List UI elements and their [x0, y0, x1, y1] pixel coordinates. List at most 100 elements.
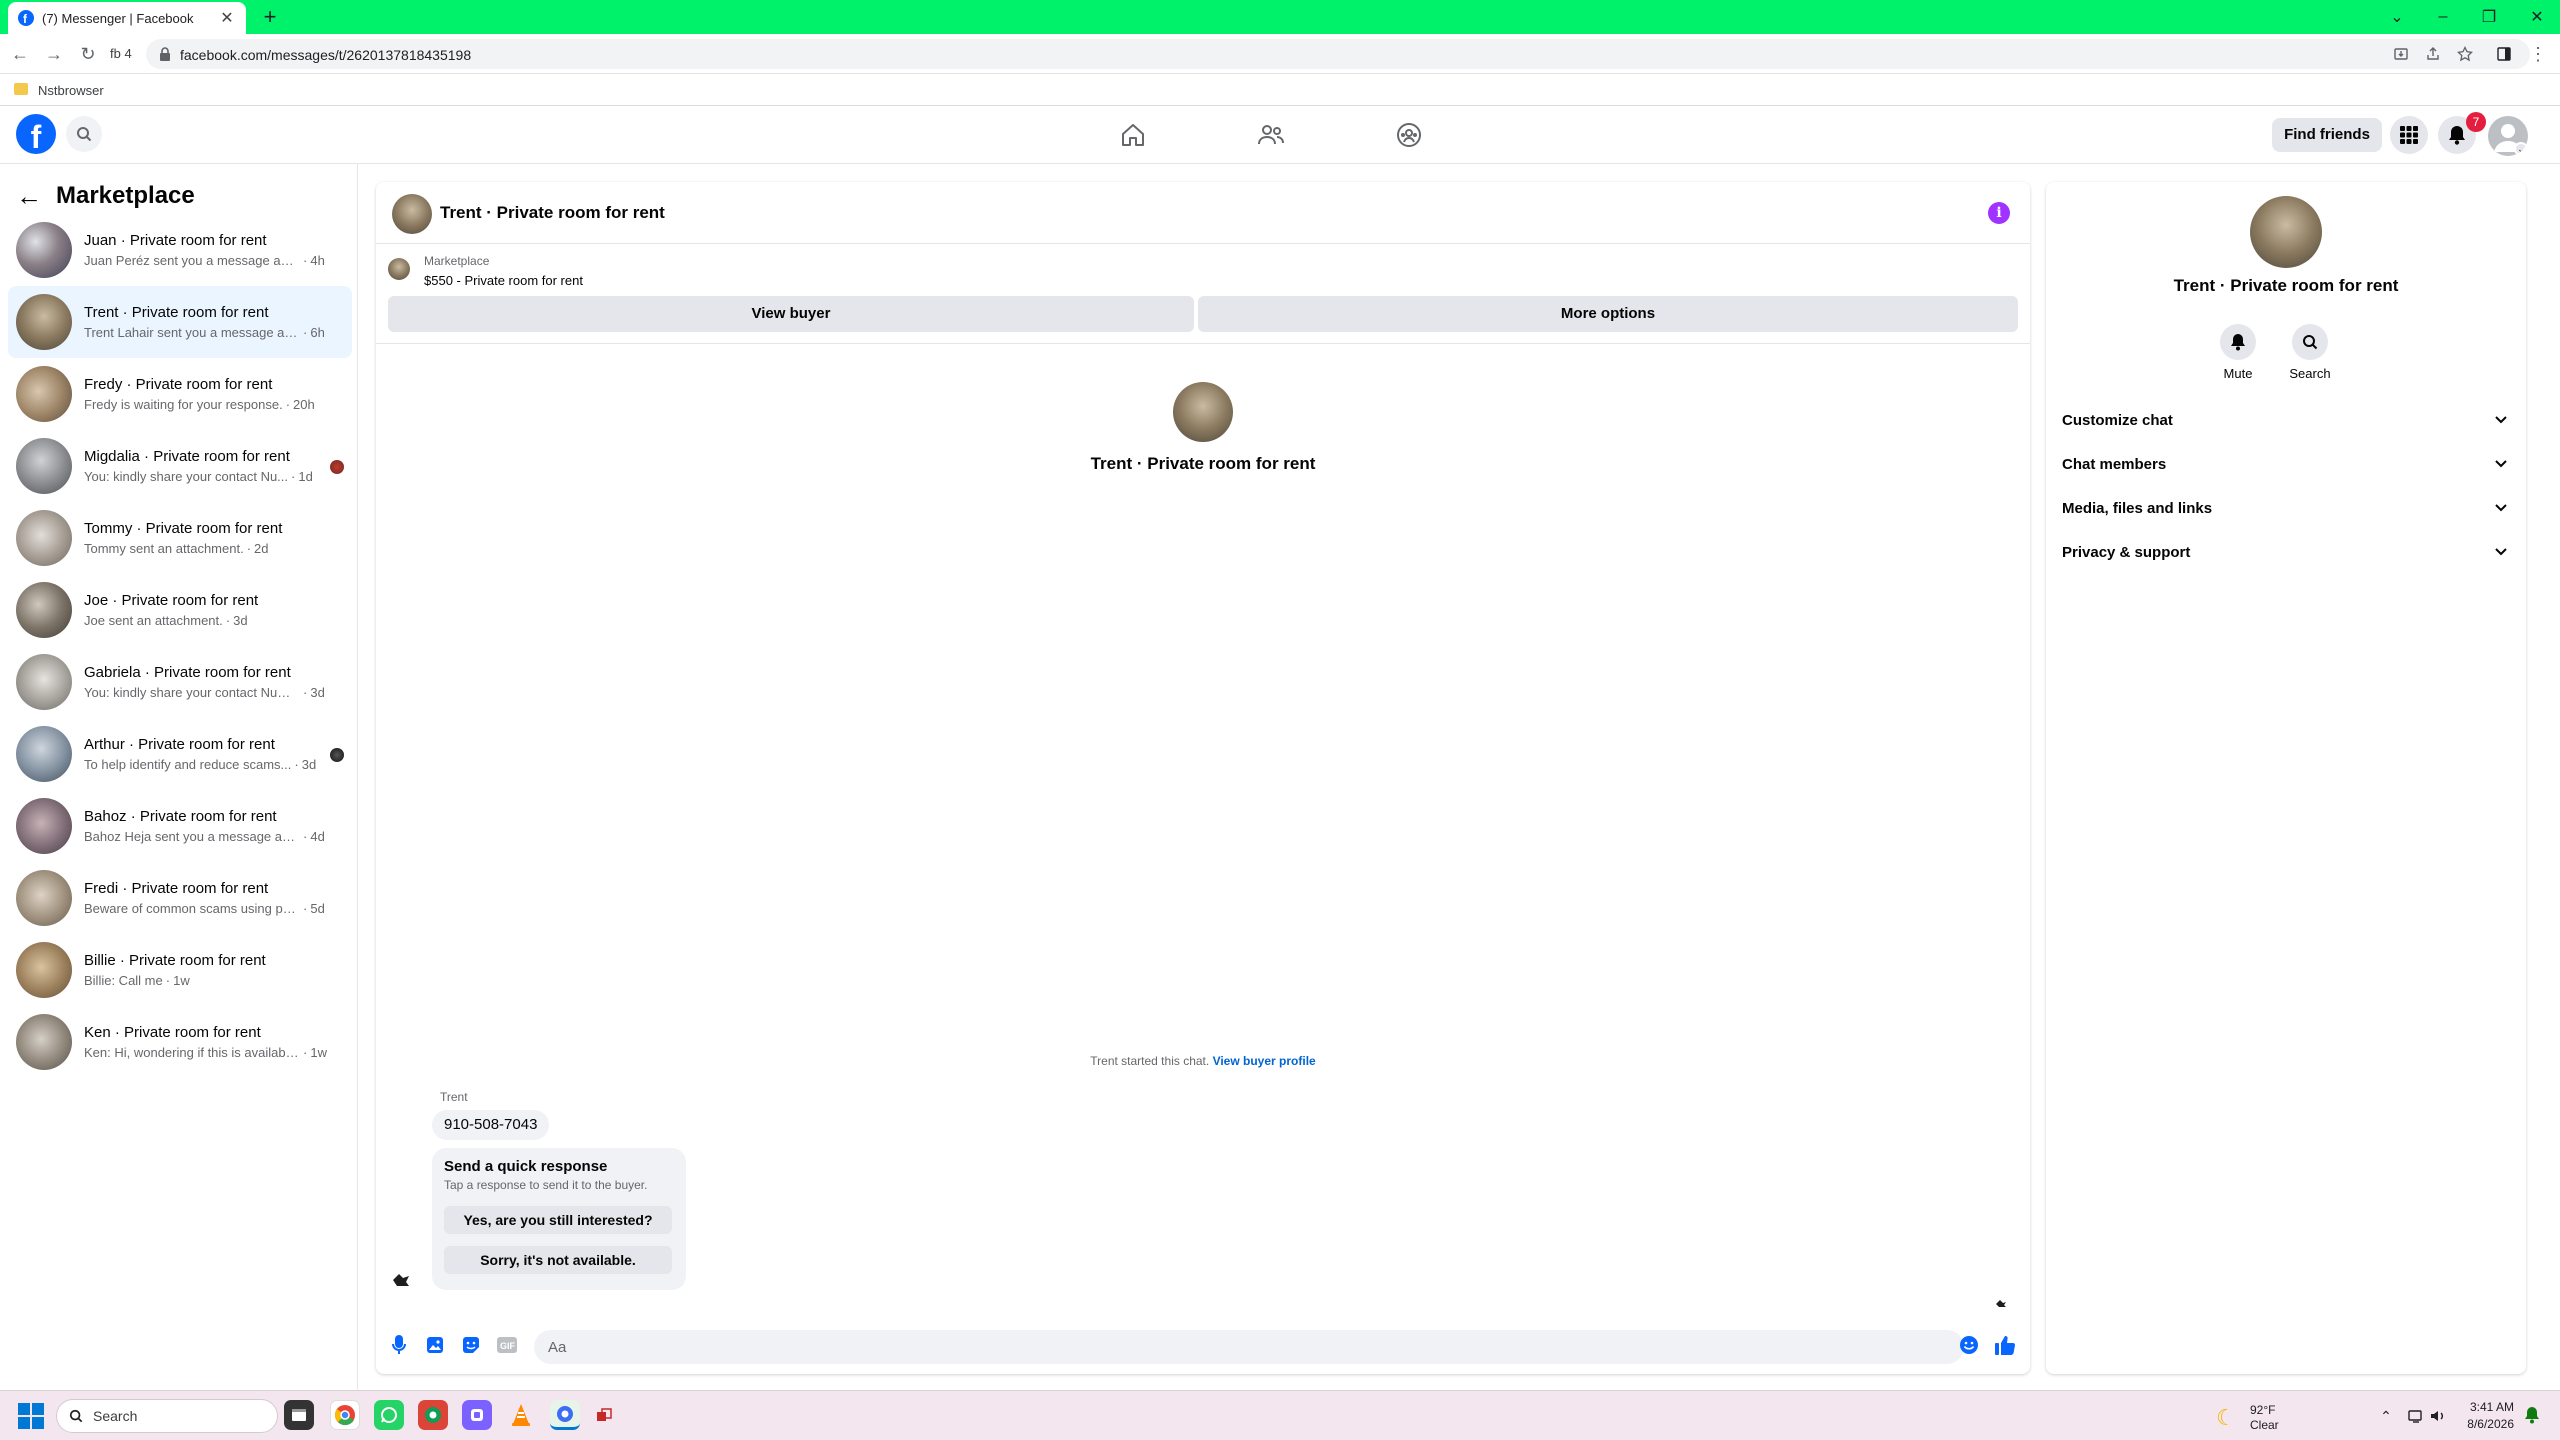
network-icon[interactable]: [2406, 1406, 2426, 1426]
conversation-item-gabriela[interactable]: Gabriela · Private room for rent You: ki…: [8, 646, 352, 718]
chevron-down-icon[interactable]: [2494, 413, 2508, 427]
listing-thumbnail: [16, 654, 72, 710]
forward-button[interactable]: →: [42, 42, 66, 66]
install-app-icon[interactable]: [2392, 45, 2410, 63]
photo-icon[interactable]: [424, 1334, 446, 1356]
windows-start-icon[interactable]: [18, 1403, 44, 1429]
taskbar-clock[interactable]: 3:41 AM 8/6/2026: [2450, 1399, 2514, 1433]
home-icon[interactable]: [1118, 120, 1148, 150]
browser-profile-label[interactable]: fb 4: [110, 46, 132, 61]
close-window-button[interactable]: ✕: [2524, 4, 2550, 30]
emoji-icon[interactable]: [1958, 1334, 1980, 1356]
back-arrow-icon[interactable]: ←: [16, 181, 42, 212]
listing-price-title[interactable]: $550 - Private room for rent: [424, 273, 583, 288]
find-friends-button[interactable]: Find friends: [2272, 118, 2382, 152]
restore-button[interactable]: ❐: [2476, 4, 2502, 30]
whatsapp-icon[interactable]: [374, 1400, 404, 1430]
conversation-item-arthur[interactable]: Arthur · Private room for rent To help i…: [8, 718, 352, 790]
conversation-item-fredy[interactable]: Fredy · Private room for rent Fredy is w…: [8, 358, 352, 430]
taskbar-search-box[interactable]: Search: [56, 1399, 278, 1433]
conversation-item-fredi[interactable]: Fredi · Private room for rent Beware of …: [8, 862, 352, 934]
listing-thumbnail[interactable]: [388, 258, 410, 280]
message-input[interactable]: [534, 1330, 1964, 1364]
back-button[interactable]: ←: [8, 42, 32, 66]
vlc-icon[interactable]: [506, 1400, 536, 1430]
listing-thumbnail: [16, 942, 72, 998]
chat-members-section[interactable]: Chat members: [2056, 446, 2516, 482]
groups-icon[interactable]: [1394, 120, 1424, 150]
conversation-time: 5d: [310, 901, 325, 916]
app-icon-purple[interactable]: [462, 1400, 492, 1430]
facebook-logo-icon[interactable]: f: [16, 114, 56, 154]
more-options-button[interactable]: More options: [1198, 296, 2018, 332]
chat-title[interactable]: Trent · Private room for rent: [440, 203, 665, 223]
conversation-time: 20h: [293, 397, 315, 412]
listing-thumbnail: [16, 582, 72, 638]
quick-response-sorry-button[interactable]: Sorry, it's not available.: [444, 1246, 672, 1274]
weather-widget[interactable]: ☾ 92°F Clear: [2216, 1401, 2326, 1433]
address-bar[interactable]: facebook.com/messages/t/2620137818435198: [146, 39, 2530, 69]
share-icon[interactable]: [2424, 45, 2442, 63]
reload-button[interactable]: ↻: [76, 42, 100, 66]
volume-icon[interactable]: [2428, 1406, 2448, 1426]
chrome-icon[interactable]: [330, 1400, 360, 1430]
chevron-down-icon[interactable]: [2494, 457, 2508, 471]
search-icon[interactable]: [2292, 324, 2328, 360]
microphone-icon[interactable]: [388, 1334, 410, 1356]
bookmark-folder-label[interactable]: Nstbrowser: [38, 83, 104, 98]
task-view-icon[interactable]: [284, 1400, 314, 1430]
menu-grid-button[interactable]: [2390, 116, 2428, 154]
facebook-search-button[interactable]: [66, 116, 102, 152]
seen-avatar-icon: [330, 748, 344, 762]
conversation-item-migdalia[interactable]: Migdalia · Private room for rent You: ki…: [8, 430, 352, 502]
nstbrowser-icon[interactable]: [550, 1400, 580, 1430]
bookmark-folder-icon[interactable]: [14, 83, 28, 95]
bell-icon: [2449, 126, 2465, 145]
listing-thumbnail: [16, 870, 72, 926]
url-text[interactable]: facebook.com/messages/t/2620137818435198: [180, 47, 471, 63]
media-files-links-section[interactable]: Media, files and links: [2056, 490, 2516, 526]
conversation-time: 3d: [301, 757, 317, 772]
friends-icon[interactable]: [1256, 120, 1286, 150]
customize-chat-section[interactable]: Customize chat: [2056, 402, 2516, 438]
view-buyer-profile-link[interactable]: View buyer profile: [1213, 1054, 1316, 1068]
conversation-item-joe[interactable]: Joe · Private room for rent Joe sent an …: [8, 574, 352, 646]
tab-close-icon[interactable]: ✕: [218, 9, 236, 27]
tray-chevron-up-icon[interactable]: ⌃: [2376, 1406, 2396, 1426]
conversation-item-tommy[interactable]: Tommy · Private room for rent Tommy sent…: [8, 502, 352, 574]
tab-search-chevron-icon[interactable]: ⌄: [2384, 4, 2410, 30]
conversation-item-juan[interactable]: Juan · Private room for rent Juan Peréz …: [8, 214, 352, 286]
notification-bell-icon[interactable]: [2524, 1406, 2544, 1426]
conversation-item-ken[interactable]: Ken · Private room for rent Ken: Hi, won…: [8, 1006, 352, 1078]
conversation-item-trent[interactable]: Trent · Private room for rent Trent Laha…: [8, 286, 352, 358]
conversation-item-billie[interactable]: Billie · Private room for rent Billie: C…: [8, 934, 352, 1006]
browser-menu-icon[interactable]: ⋮: [2526, 42, 2550, 66]
browser-tab[interactable]: f (7) Messenger | Facebook ✕: [8, 2, 246, 34]
side-panel-icon[interactable]: [2492, 42, 2516, 66]
thumbs-up-icon[interactable]: [1994, 1334, 2016, 1356]
chevron-down-icon[interactable]: ⌄: [2514, 142, 2528, 156]
account-avatar[interactable]: ⌄: [2488, 116, 2528, 156]
quick-response-yes-button[interactable]: Yes, are you still interested?: [444, 1206, 672, 1234]
search-in-chat-button[interactable]: Search: [2280, 324, 2340, 381]
new-tab-button[interactable]: +: [258, 6, 282, 30]
chrome-profile-icon[interactable]: [418, 1400, 448, 1430]
bell-icon[interactable]: [2220, 324, 2256, 360]
mute-button[interactable]: Mute: [2208, 324, 2268, 381]
gif-icon[interactable]: GIF: [496, 1334, 518, 1356]
chat-listing-avatar[interactable]: [392, 194, 432, 234]
minimize-button[interactable]: –: [2430, 4, 2456, 30]
sidebar-title: Marketplace: [56, 182, 195, 209]
chevron-down-icon[interactable]: [2494, 501, 2508, 515]
conversation-item-bahoz[interactable]: Bahoz · Private room for rent Bahoz Heja…: [8, 790, 352, 862]
info-icon[interactable]: i: [1988, 202, 2010, 224]
privacy-support-section[interactable]: Privacy & support: [2056, 534, 2516, 570]
view-buyer-button[interactable]: View buyer: [388, 296, 1194, 332]
info-panel-avatar[interactable]: [2250, 196, 2322, 268]
listing-thumbnail: [16, 438, 72, 494]
lock-icon[interactable]: [156, 45, 174, 63]
sticker-icon[interactable]: [460, 1334, 482, 1356]
pinned-app-icon[interactable]: [594, 1400, 614, 1430]
chevron-down-icon[interactable]: [2494, 545, 2508, 559]
bookmark-star-icon[interactable]: [2456, 45, 2474, 63]
